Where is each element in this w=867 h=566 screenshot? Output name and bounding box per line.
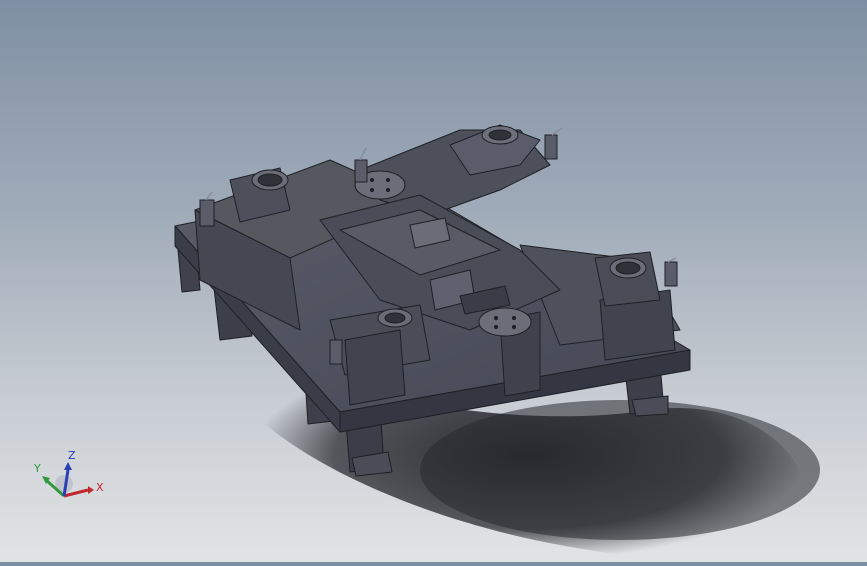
reference-triad[interactable]: X Y Z [28, 446, 108, 506]
graphics-viewport[interactable] [0, 0, 867, 562]
triad-graphic: X Y Z [33, 449, 104, 498]
z-axis-label: Z [68, 449, 76, 462]
center-pad-lower [478, 307, 532, 337]
x-axis-head-icon [88, 486, 94, 494]
y-axis-label: Y [33, 462, 41, 475]
model-canvas[interactable] [0, 0, 867, 562]
top-beam [359, 124, 551, 216]
z-axis-head-icon [64, 462, 72, 470]
x-axis-label: X [96, 481, 104, 494]
